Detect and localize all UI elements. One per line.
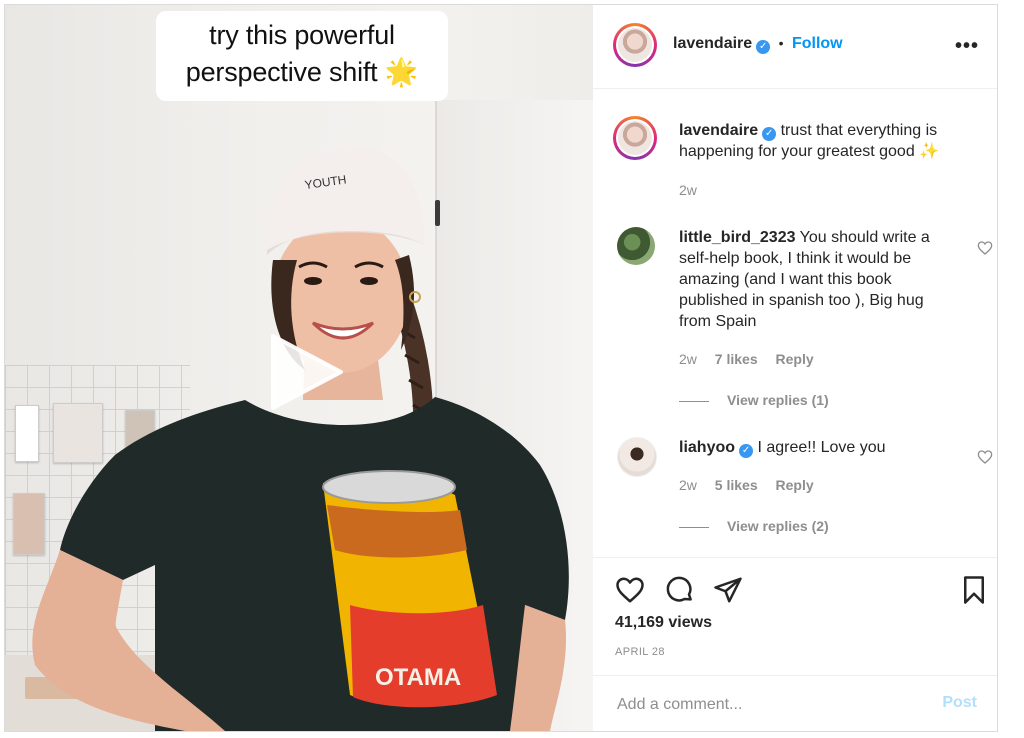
replies-divider-line (679, 400, 709, 402)
star-emoji: 🌟 (384, 57, 419, 87)
verified-badge-icon: ✓ (762, 127, 777, 141)
comment-body: little_bird_2323 You should write a self… (679, 227, 959, 332)
author-avatar[interactable] (613, 23, 657, 67)
comment-likes[interactable]: 5 likes (715, 477, 758, 493)
post-header: lavendaire ✓ • Follow ••• (593, 5, 997, 89)
comment-meta: 2w 7 likes Reply (679, 351, 814, 367)
caption-author-avatar-image (618, 121, 652, 155)
view-replies-label: View replies (2) (727, 518, 829, 534)
share-paper-plane-icon[interactable] (713, 575, 743, 605)
more-options-icon[interactable]: ••• (955, 35, 979, 58)
video-caption-overlay: try this powerful perspective shift 🌟 (156, 11, 448, 101)
comment-text: I agree!! Love you (757, 439, 886, 456)
post-comment-button[interactable]: Post (942, 694, 977, 712)
post-date: APRIL 28 (615, 646, 665, 658)
replies-divider-line (679, 526, 709, 528)
like-heart-icon[interactable] (615, 575, 645, 605)
view-replies-button[interactable]: View replies (1) (679, 392, 829, 408)
header-username[interactable]: lavendaire (673, 35, 752, 52)
separator-dot: • (778, 35, 784, 51)
post-details-panel: lavendaire ✓ • Follow ••• lavendaire ✓ tru… (593, 5, 997, 731)
comment-username[interactable]: liahyoo (679, 439, 735, 456)
verified-badge-icon: ✓ (756, 40, 771, 54)
caption-author-avatar[interactable] (613, 116, 657, 160)
add-comment-bar: Post (593, 675, 997, 731)
comment-likes[interactable]: 7 likes (715, 351, 758, 367)
comment-like-heart-icon[interactable] (977, 449, 993, 465)
comment-time: 2w (679, 351, 697, 367)
comment-like-heart-icon[interactable] (977, 240, 993, 256)
author-avatar-image (618, 28, 652, 62)
sparkle-emoji: ✨ (919, 143, 940, 160)
caption-line-1: try this powerful (209, 20, 395, 50)
video-player[interactable]: OTAMA YOUTH try this powerful perspectiv… (5, 5, 593, 731)
comment-bubble-icon[interactable] (665, 575, 695, 605)
view-count[interactable]: 41,169 views (615, 614, 712, 632)
post-card: OTAMA YOUTH try this powerful perspectiv… (4, 4, 998, 732)
follow-button[interactable]: Follow (792, 35, 843, 52)
post-actions: 41,169 views APRIL 28 (593, 557, 997, 675)
comment-username[interactable]: little_bird_2323 (679, 229, 796, 246)
commenter-avatar[interactable] (617, 437, 657, 477)
caption-line-2-text: perspective shift (185, 57, 378, 87)
reply-button[interactable]: Reply (776, 351, 814, 367)
caption-line-2: perspective shift 🌟 (156, 54, 448, 91)
caption-username[interactable]: lavendaire (679, 122, 758, 139)
comment-time: 2w (679, 477, 697, 493)
save-bookmark-icon[interactable] (959, 575, 989, 605)
post-caption: lavendaire ✓ trust that everything is hap… (679, 120, 979, 162)
view-replies-label: View replies (1) (727, 392, 829, 408)
verified-badge-icon: ✓ (739, 444, 754, 458)
view-replies-button[interactable]: View replies (2) (679, 518, 829, 534)
play-icon[interactable] (267, 330, 347, 414)
caption-timestamp: 2w (679, 182, 697, 198)
comment-meta: 2w 5 likes Reply (679, 477, 814, 493)
comment-body: liahyoo ✓ I agree!! Love you (679, 437, 959, 458)
header-author-line: lavendaire ✓ • Follow (673, 35, 843, 54)
reply-button[interactable]: Reply (776, 477, 814, 493)
comment-input[interactable] (615, 692, 919, 718)
shirt-print-text: OTAMA (375, 664, 461, 691)
commenter-avatar[interactable] (617, 227, 655, 265)
